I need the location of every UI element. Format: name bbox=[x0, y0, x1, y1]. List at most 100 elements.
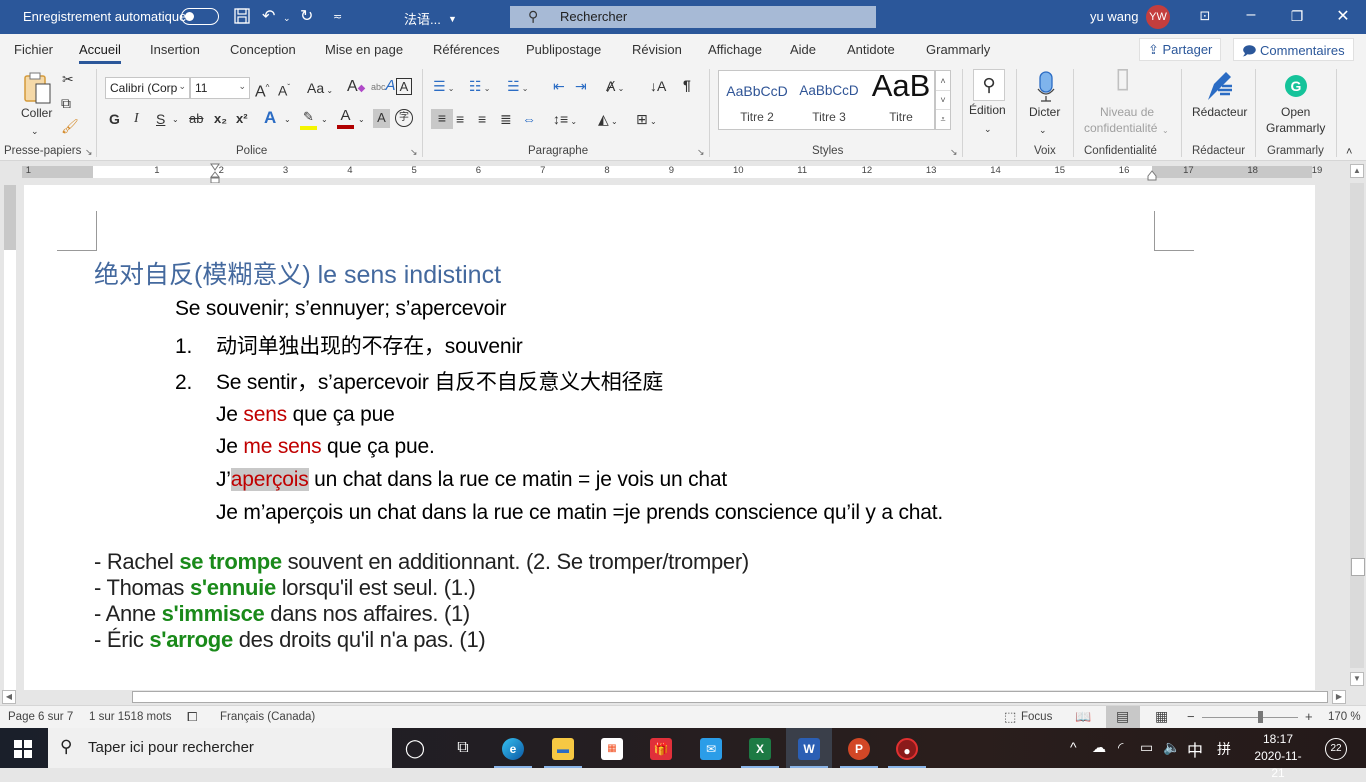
sentence-line[interactable]: - Rachel se trompe souvent en additionna… bbox=[94, 549, 749, 575]
italic-button[interactable]: I bbox=[134, 110, 139, 128]
powerpoint-icon[interactable]: P bbox=[836, 728, 882, 768]
example-line[interactable]: Je m’aperçois un chat dans la rue ce mat… bbox=[216, 501, 943, 525]
bullets-icon[interactable]: ☰ ⌄ bbox=[433, 77, 455, 98]
tab-conception[interactable]: Conception bbox=[230, 42, 296, 57]
focus-label[interactable]: Focus bbox=[1021, 711, 1052, 723]
numbering-icon[interactable]: ☷ ⌄ bbox=[469, 77, 491, 98]
shading-icon[interactable]: ◭ ⌄ bbox=[598, 110, 618, 131]
cut-icon[interactable]: ✂ bbox=[62, 70, 74, 88]
indent-marker-icon[interactable] bbox=[209, 163, 221, 185]
bold-button[interactable]: G bbox=[109, 110, 120, 128]
example-line[interactable]: Je sens que ça pue bbox=[216, 403, 395, 427]
styles-scroll-down-icon[interactable]: ˅ bbox=[936, 91, 950, 110]
borders-icon[interactable]: ⊞ ⌄ bbox=[636, 110, 657, 131]
styles-scroll-up-icon[interactable]: ˄ bbox=[936, 71, 950, 91]
chevron-down-icon[interactable]: ⌄ bbox=[984, 120, 992, 138]
scroll-down-icon[interactable]: ▼ bbox=[1350, 672, 1364, 686]
tab-affichage[interactable]: Affichage bbox=[708, 42, 762, 57]
list-item[interactable]: 1. 动词单独出现的不存在，souvenir bbox=[175, 330, 523, 360]
grammarly-label-line1[interactable]: Open bbox=[1281, 105, 1310, 119]
tab-insertion[interactable]: Insertion bbox=[150, 42, 200, 57]
right-indent-marker-icon[interactable] bbox=[1147, 168, 1157, 181]
paragraph-launcher-icon[interactable]: ↘ bbox=[697, 147, 705, 158]
font-color-icon[interactable]: A bbox=[337, 107, 354, 129]
enclose-characters-icon[interactable]: 字 bbox=[395, 109, 413, 127]
restore-icon[interactable]: ❐ bbox=[1282, 8, 1312, 25]
store-icon[interactable]: ▦ bbox=[589, 728, 635, 768]
undo-icon[interactable]: ↶ bbox=[262, 7, 275, 27]
styles-more-icon[interactable]: ⩡ bbox=[936, 110, 950, 129]
ribbon-display-options-icon[interactable]: ⊡ bbox=[1190, 8, 1220, 24]
cortana-icon[interactable]: ◯ bbox=[392, 728, 438, 768]
windows-start-icon[interactable] bbox=[14, 740, 32, 763]
tab-references[interactable]: Références bbox=[433, 42, 499, 57]
vertical-scrollbar[interactable]: ▲ ▼ bbox=[1348, 161, 1366, 690]
notification-center-icon[interactable]: 22 bbox=[1325, 738, 1347, 760]
focus-icon[interactable]: ⬚ bbox=[1004, 709, 1016, 725]
character-border-icon[interactable]: A bbox=[396, 78, 412, 95]
character-shading-icon[interactable]: A bbox=[373, 109, 390, 128]
ime-mode[interactable]: 拼 bbox=[1217, 739, 1231, 759]
web-layout-icon[interactable]: ▦ bbox=[1155, 708, 1168, 725]
recorder-icon[interactable]: ● bbox=[884, 728, 930, 768]
superscript-button[interactable]: x² bbox=[236, 110, 248, 128]
text-effects-icon[interactable]: A bbox=[264, 109, 276, 127]
paste-label[interactable]: Coller bbox=[21, 106, 52, 120]
style-titre[interactable]: AaB Titre bbox=[865, 68, 937, 129]
clock[interactable]: 18:17 2020-11-21 bbox=[1248, 731, 1308, 782]
collapse-ribbon-icon[interactable]: ˄ bbox=[1346, 143, 1352, 161]
avatar[interactable]: YW bbox=[1146, 5, 1170, 29]
styles-launcher-icon[interactable]: ↘ bbox=[950, 147, 958, 158]
scroll-left-icon[interactable]: ◀ bbox=[2, 690, 16, 704]
editing-label[interactable]: Édition bbox=[969, 103, 1006, 117]
copy-icon[interactable]: ⧉ bbox=[61, 94, 71, 112]
tab-grammarly[interactable]: Grammarly bbox=[926, 42, 990, 57]
zoom-slider-track[interactable] bbox=[1202, 717, 1298, 718]
vertical-ruler[interactable] bbox=[4, 185, 16, 690]
document-heading[interactable]: 绝对自反(模糊意义) le sens indistinct bbox=[94, 255, 501, 291]
font-name-combo[interactable]: Calibri (Corp ⌄ bbox=[105, 77, 190, 99]
document-area[interactable]: 绝对自反(模糊意义) le sens indistinct Se souveni… bbox=[20, 183, 1348, 690]
user-name[interactable]: yu wang bbox=[1090, 9, 1138, 24]
decrease-indent-icon[interactable]: ⇤ bbox=[553, 77, 565, 95]
microphone-icon[interactable] bbox=[1036, 71, 1056, 106]
tab-aide[interactable]: Aide bbox=[790, 42, 816, 57]
subscript-button[interactable]: x₂ bbox=[214, 110, 227, 128]
tab-publipostage[interactable]: Publipostage bbox=[526, 42, 601, 57]
sentence-line[interactable]: - Thomas s'ennuie lorsqu'il est seul. (1… bbox=[94, 575, 476, 601]
page-count[interactable]: Page 6 sur 7 bbox=[8, 711, 73, 723]
zoom-level[interactable]: 170 % bbox=[1328, 711, 1361, 723]
minimize-icon[interactable]: – bbox=[1236, 6, 1266, 24]
chevron-down-icon[interactable]: ⌄ bbox=[358, 111, 365, 129]
multilevel-list-icon[interactable]: ☱ ⌄ bbox=[507, 77, 529, 98]
underline-dropdown-icon[interactable]: ⌄ bbox=[172, 111, 179, 129]
font-launcher-icon[interactable]: ↘ bbox=[410, 147, 418, 158]
word-count[interactable]: 1 sur 1518 mots bbox=[89, 711, 171, 723]
style-titre-2[interactable]: AaBbCcD Titre 2 bbox=[721, 71, 793, 129]
scroll-right-icon[interactable]: ▶ bbox=[1332, 690, 1346, 704]
justify-icon[interactable]: ≣ bbox=[500, 110, 512, 128]
grammarly-icon[interactable]: G bbox=[1285, 75, 1307, 97]
sort-icon[interactable]: ↓A bbox=[650, 77, 666, 95]
phonetic-guide-icon[interactable]: abcA bbox=[371, 77, 396, 96]
dictate-label[interactable]: Dicter bbox=[1029, 105, 1060, 119]
document-page[interactable]: 绝对自反(模糊意义) le sens indistinct Se souveni… bbox=[24, 185, 1315, 690]
clear-formatting-icon[interactable]: A◆ bbox=[347, 78, 365, 98]
verb-list-line[interactable]: Se souvenir; s’ennuyer; s’apercevoir bbox=[175, 297, 507, 321]
underline-button[interactable]: S bbox=[156, 110, 165, 128]
highlight-color-icon[interactable]: ✎ bbox=[300, 108, 317, 130]
customize-qat-icon[interactable]: ≂ bbox=[333, 7, 342, 27]
search-box[interactable]: ⚲ Rechercher bbox=[510, 6, 876, 28]
redo-icon[interactable]: ↻ bbox=[300, 7, 313, 27]
grammarly-label-line2[interactable]: Grammarly bbox=[1266, 121, 1325, 135]
scroll-thumb[interactable] bbox=[1351, 558, 1365, 576]
language[interactable]: Français (Canada) bbox=[220, 711, 315, 723]
print-layout-button[interactable]: ▤ bbox=[1106, 706, 1140, 728]
file-explorer-icon[interactable]: ▬ bbox=[540, 728, 586, 768]
chevron-down-icon[interactable]: ⌄ bbox=[284, 111, 291, 129]
editor-label[interactable]: Rédacteur bbox=[1192, 105, 1247, 119]
document-name[interactable]: 法语... bbox=[404, 9, 441, 28]
excel-icon[interactable]: X bbox=[737, 728, 783, 768]
proofing-icon[interactable]: ⧠ bbox=[187, 709, 197, 725]
close-icon[interactable]: ✕ bbox=[1328, 6, 1358, 26]
